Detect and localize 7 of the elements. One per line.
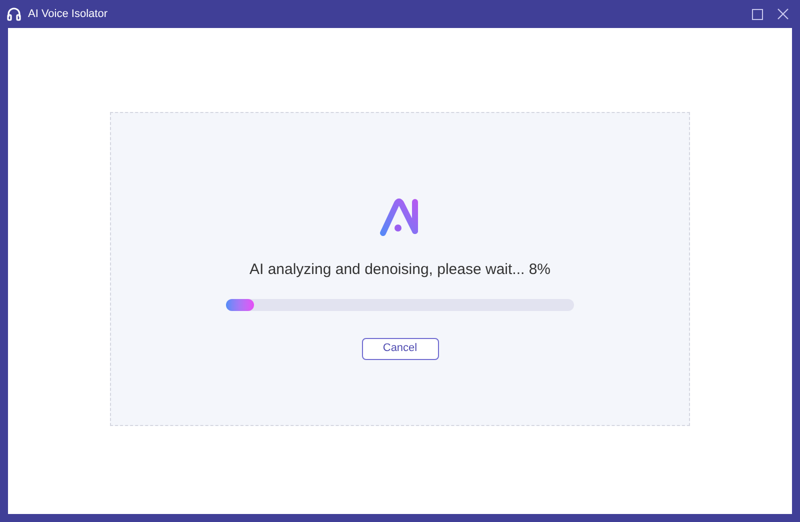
maximize-icon xyxy=(752,8,762,20)
logo-icon xyxy=(379,197,421,237)
cancel-button[interactable]: Cancel xyxy=(362,338,438,360)
close-icon xyxy=(777,8,789,20)
headphones-icon xyxy=(6,6,22,22)
progress-message: AI analyzing and denoising, please wait... 8% xyxy=(249,260,551,280)
window-title: AI Voice Isolator xyxy=(28,6,108,22)
